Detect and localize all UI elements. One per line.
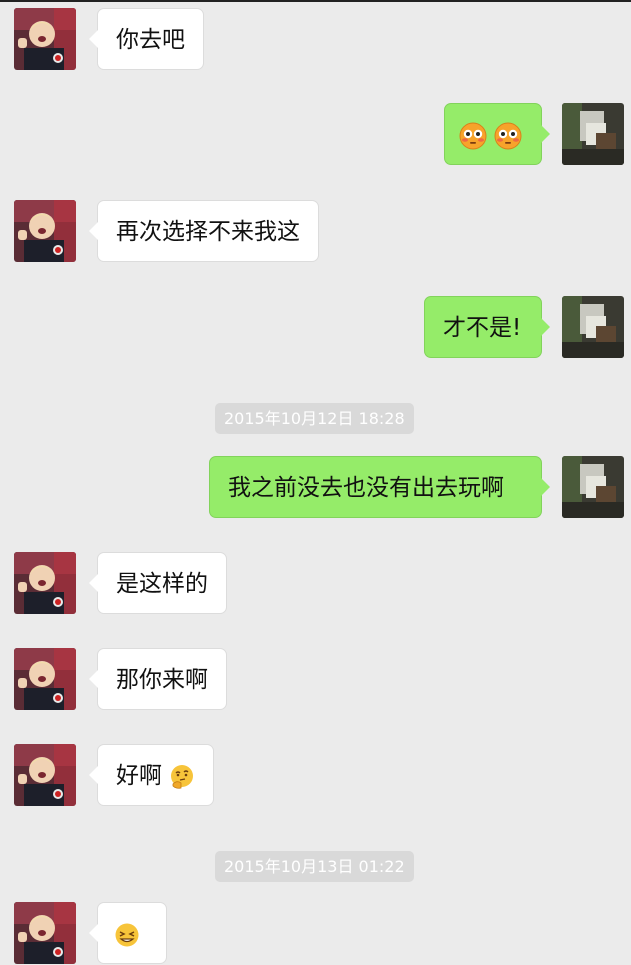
message-bubble-outgoing[interactable]: 才不是! — [424, 296, 550, 358]
flushed-face-icon — [459, 122, 487, 150]
message-text: 好啊 — [116, 763, 162, 789]
message-bubble-incoming[interactable]: 你去吧 — [89, 8, 204, 70]
message-text: 那你来啊 — [116, 667, 208, 693]
message-text: 才不是! — [443, 315, 522, 341]
thinking-face-icon — [169, 764, 195, 790]
contact-avatar[interactable] — [14, 200, 76, 262]
top-divider — [0, 0, 631, 2]
message-bubble-incoming[interactable]: 是这样的 — [89, 552, 227, 614]
user-avatar[interactable] — [562, 456, 624, 518]
contact-avatar[interactable] — [14, 648, 76, 710]
contact-avatar[interactable] — [14, 744, 76, 806]
message-bubble-incoming[interactable]: 那你来啊 — [89, 648, 227, 710]
message-text: 再次选择不来我这 — [116, 219, 300, 245]
contact-avatar[interactable] — [14, 8, 76, 70]
message-text: 是这样的 — [116, 571, 208, 597]
flushed-face-icon — [494, 122, 522, 150]
contact-avatar[interactable] — [14, 902, 76, 964]
user-avatar[interactable] — [562, 296, 624, 358]
message-bubble-incoming[interactable]: 再次选择不来我这 — [89, 200, 319, 262]
contact-avatar[interactable] — [14, 552, 76, 614]
message-bubble-outgoing[interactable]: 我之前没去也没有出去玩啊 — [209, 456, 550, 518]
message-bubble-incoming[interactable] — [89, 902, 167, 964]
squinting-face-icon — [114, 922, 140, 948]
message-bubble-outgoing[interactable] — [444, 103, 550, 165]
message-text: 你去吧 — [116, 27, 185, 53]
user-avatar[interactable] — [562, 103, 624, 165]
timestamp: 2015年10月13日 01:22 — [215, 851, 414, 882]
message-text: 我之前没去也没有出去玩啊 — [228, 475, 504, 501]
timestamp: 2015年10月12日 18:28 — [215, 403, 414, 434]
message-bubble-incoming[interactable]: 好啊 — [88, 744, 215, 806]
